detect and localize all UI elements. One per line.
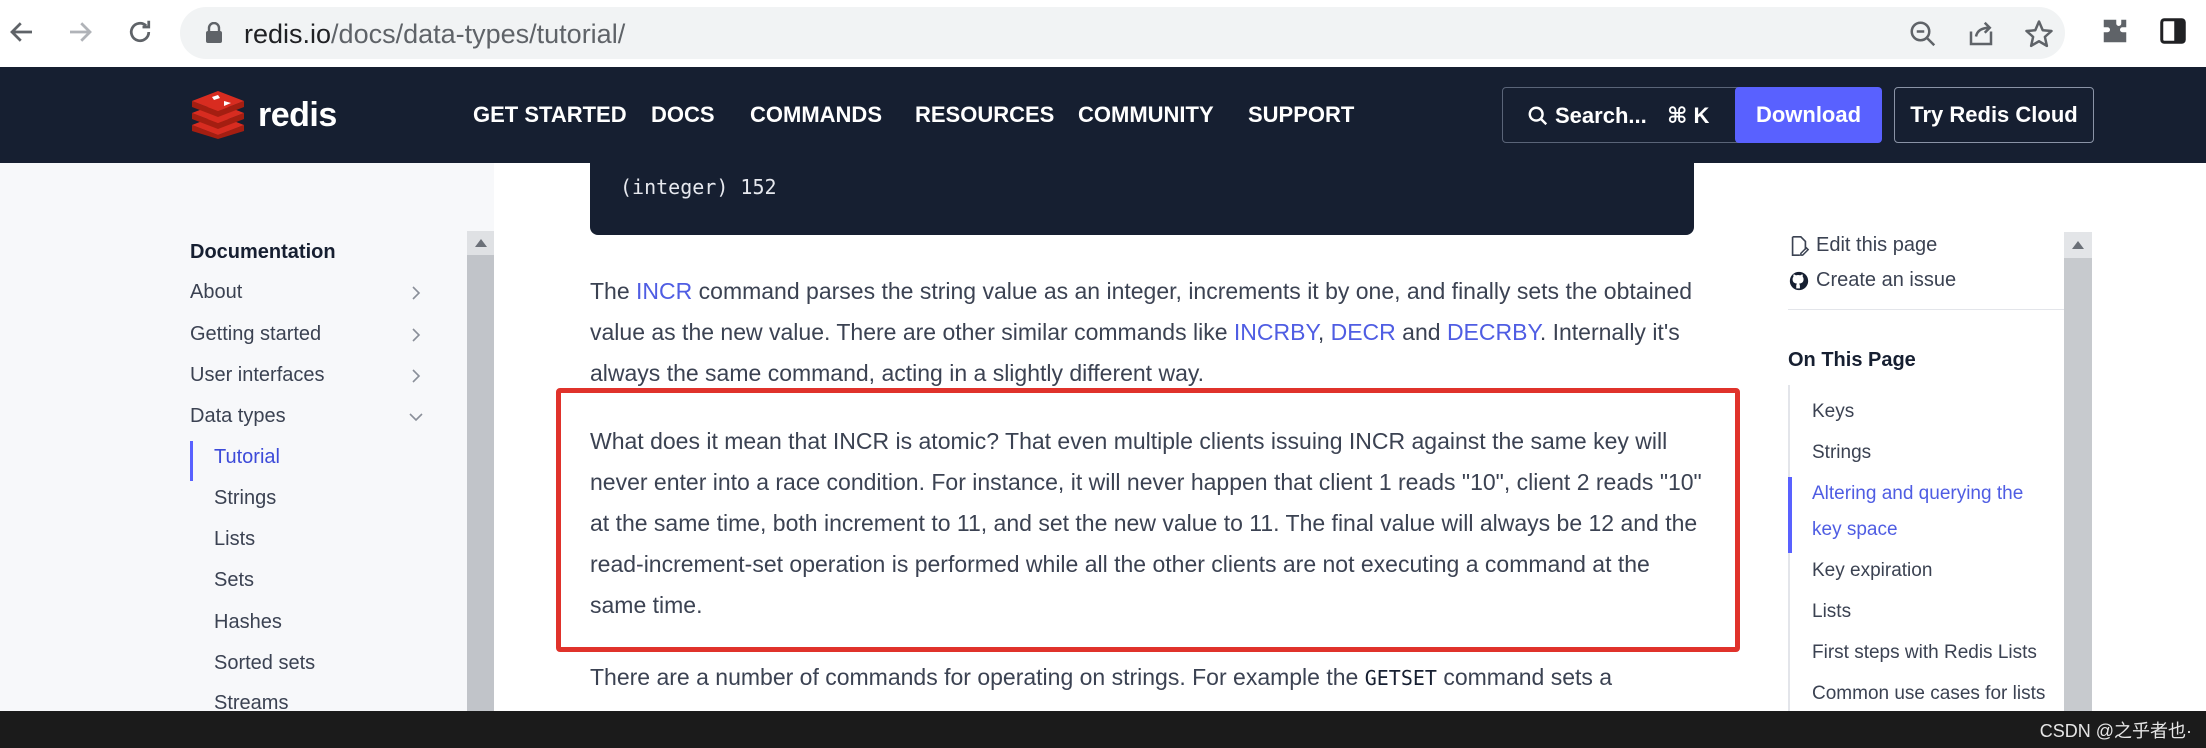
nav-community[interactable]: COMMUNITY (1078, 102, 1214, 128)
arrow-left-icon (10, 22, 32, 42)
nav-commands[interactable]: COMMANDS (750, 102, 882, 128)
reload-icon (129, 20, 151, 43)
text: There are a number of commands for opera… (590, 664, 1365, 690)
toc-item-label-line1: Altering and querying the (1812, 483, 2024, 504)
inline-code-getset: GETSET (1364, 666, 1437, 690)
address-bar[interactable]: redis.io/docs/data-types/tutorial/ (180, 7, 2065, 59)
page-toc-sidebar: Edit this page Create an issue On This P… (1760, 163, 2206, 711)
nav-docs[interactable]: DOCS (651, 102, 715, 128)
sidebar-subitem-hashes[interactable]: Hashes (214, 611, 282, 634)
docs-sidebar: Documentation About Getting started User… (0, 163, 494, 714)
toc-item-common-use-cases[interactable]: Common use cases for lists (1812, 683, 2045, 705)
forward-button[interactable] (62, 14, 98, 50)
back-button[interactable] (4, 14, 40, 50)
chevron-right-icon[interactable] (408, 285, 424, 301)
sidebar-subitem-sorted-sets[interactable]: Sorted sets (214, 652, 315, 675)
nav-get-started[interactable]: GET STARTED (473, 102, 627, 128)
code-block: (integer) 152 (590, 163, 1694, 235)
edit-document-icon (1791, 235, 1810, 256)
cloud-label: Try Redis Cloud (1910, 102, 2078, 127)
search-shortcut: ⌘ K (1667, 103, 1710, 128)
sidebar-item-about[interactable]: About (190, 281, 242, 304)
reload-button[interactable] (122, 14, 158, 50)
arrow-right-icon (70, 22, 92, 42)
bookmark-star-icon[interactable] (2024, 19, 2054, 49)
sidebar-title: Documentation (190, 241, 336, 263)
create-issue-link[interactable]: Create an issue (1788, 269, 1956, 292)
toc-scroll-up-button[interactable] (2064, 232, 2092, 258)
active-indicator (190, 441, 193, 481)
sidebar-item-user-interfaces[interactable]: User interfaces (190, 364, 325, 387)
scroll-up-button[interactable] (467, 231, 494, 255)
sidebar-subitem-strings[interactable]: Strings (214, 487, 276, 510)
text: command sets a (1436, 664, 1613, 690)
url-path: /docs/data-types/tutorial/ (331, 19, 626, 49)
sidebar-scrollbar[interactable] (467, 231, 494, 711)
url-host: redis.io (244, 19, 332, 49)
search-button[interactable]: Search... ⌘ K (1502, 87, 1764, 143)
nav-support[interactable]: SUPPORT (1248, 102, 1354, 128)
github-icon (1789, 271, 1809, 290)
url-text: redis.io/docs/data-types/tutorial/ (244, 19, 625, 50)
edit-page-link[interactable]: Edit this page (1788, 234, 1937, 257)
sidebar-subitem-tutorial[interactable]: Tutorial (214, 446, 280, 469)
text: , (1317, 319, 1331, 345)
toc-item-lists[interactable]: Lists (1812, 601, 1851, 623)
paragraph-incr: The INCR command parses the string value… (590, 271, 1710, 394)
triangle-up-icon (474, 239, 487, 247)
watermark: CSDN @之乎者也· (2039, 721, 2192, 741)
toc-item-altering-querying[interactable]: Altering and querying the key space (1812, 476, 2023, 548)
divider (1788, 309, 2064, 310)
site-header: redis GET STARTED DOCS COMMANDS RESOURCE… (0, 67, 2206, 163)
redis-cube-icon (192, 91, 244, 139)
toc-item-key-expiration[interactable]: Key expiration (1812, 560, 1932, 582)
paragraph-string-commands: There are a number of commands for opera… (590, 657, 1710, 699)
lock-icon (206, 22, 222, 43)
sidebar-item-getting-started[interactable]: Getting started (190, 323, 321, 346)
link-decr[interactable]: DECR (1331, 319, 1396, 345)
toc-item-first-steps-lists[interactable]: First steps with Redis Lists (1812, 642, 2037, 664)
sidebar-subitem-sets[interactable]: Sets (214, 569, 254, 592)
link-incr[interactable]: INCR (636, 278, 692, 304)
zoom-out-icon[interactable] (1908, 19, 1938, 49)
logo-text: redis (258, 95, 337, 134)
create-issue-label: Create an issue (1816, 269, 1957, 291)
link-decrby[interactable]: DECRBY (1447, 319, 1540, 345)
sidebar-item-data-types[interactable]: Data types (190, 405, 286, 428)
side-panel-icon[interactable] (2158, 16, 2188, 46)
toc-item-keys[interactable]: Keys (1812, 401, 1854, 423)
chevron-right-icon[interactable] (408, 368, 424, 384)
text: The (590, 278, 637, 304)
code-output-line: (integer) 152 (620, 175, 777, 199)
download-label: Download (1755, 102, 1862, 127)
text: and (1395, 319, 1447, 345)
toc-item-label-line2: key space (1812, 519, 1898, 540)
download-button[interactable]: Download (1735, 87, 1882, 143)
toc-scrollbar[interactable] (2064, 232, 2092, 712)
toc-item-strings[interactable]: Strings (1812, 442, 1871, 464)
edit-page-label: Edit this page (1816, 234, 1938, 256)
chevron-down-icon[interactable] (408, 409, 424, 425)
toc-active-indicator (1788, 477, 1792, 553)
red-highlight-box (556, 388, 1740, 652)
search-label: Search... (1555, 103, 1647, 128)
extensions-icon[interactable] (2100, 16, 2130, 46)
browser-toolbar: redis.io/docs/data-types/tutorial/ (0, 0, 2206, 67)
link-incrby[interactable]: INCRBY (1234, 319, 1318, 345)
triangle-up-icon (2072, 241, 2084, 249)
redis-logo[interactable]: redis (190, 89, 337, 141)
nav-resources[interactable]: RESOURCES (915, 102, 1054, 128)
toc-title: On This Page (1788, 349, 1916, 371)
sidebar-subitem-lists[interactable]: Lists (214, 528, 255, 551)
bottom-bar: CSDN @之乎者也· (0, 711, 2206, 748)
search-icon (1528, 106, 1548, 126)
try-redis-cloud-button[interactable]: Try Redis Cloud (1894, 87, 2094, 143)
chevron-right-icon[interactable] (408, 327, 424, 343)
share-icon[interactable] (1966, 19, 1996, 49)
